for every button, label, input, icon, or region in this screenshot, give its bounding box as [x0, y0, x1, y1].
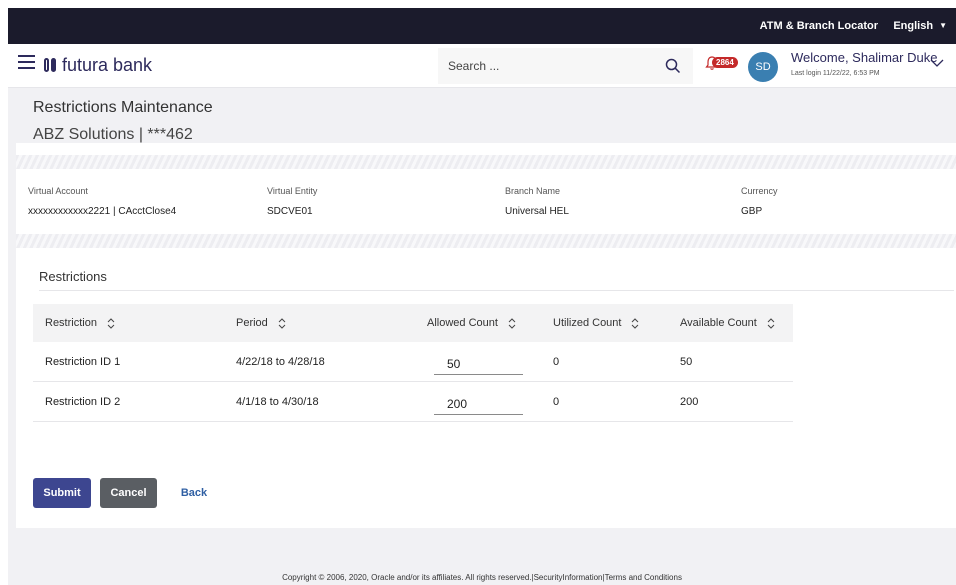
- notification-badge[interactable]: 2864: [712, 57, 738, 68]
- hamburger-menu-icon[interactable]: [18, 55, 35, 69]
- top-bar: ATM & Branch Locator English ▼: [8, 8, 956, 44]
- app-frame: ATM & Branch Locator English ▼ futura ban…: [8, 8, 956, 585]
- search-box[interactable]: Search ...: [438, 48, 693, 84]
- period-cell: 4/22/18 to 4/28/18: [236, 355, 325, 368]
- virtual-account-label: Virtual Account: [28, 186, 88, 196]
- sort-icon[interactable]: [508, 317, 516, 329]
- column-header-available-count[interactable]: Available Count: [680, 304, 775, 342]
- utilized-count-cell: 0: [553, 395, 560, 408]
- welcome-text[interactable]: Welcome, Shalimar Duke: [791, 50, 937, 65]
- column-header-allowed-count[interactable]: Allowed Count: [427, 304, 516, 342]
- atm-branch-locator-link[interactable]: ATM & Branch Locator: [760, 20, 878, 32]
- language-selector[interactable]: English ▼: [893, 20, 947, 32]
- page-title: Restrictions Maintenance: [33, 99, 213, 116]
- currency-label: Currency: [741, 186, 778, 196]
- bank-logo[interactable]: futura bank: [44, 55, 152, 76]
- period-cell: 4/1/18 to 4/30/18: [236, 395, 319, 408]
- divider-stripe: [16, 155, 956, 169]
- allowed-count-input[interactable]: [434, 388, 523, 415]
- currency-value: GBP: [741, 206, 763, 217]
- branch-name-label: Branch Name: [505, 186, 561, 196]
- available-count-cell: 50: [680, 355, 693, 368]
- search-input[interactable]: Search ...: [448, 59, 499, 73]
- allowed-count-input[interactable]: [434, 348, 523, 375]
- header: futura bank Search ... 2864 SD Welcome, …: [8, 44, 956, 88]
- virtual-account-value: xxxxxxxxxxxx2221 | CAcctClose4: [28, 206, 177, 217]
- column-header-restriction[interactable]: Restriction: [45, 304, 115, 342]
- logo-text: futura bank: [62, 55, 153, 75]
- sort-icon[interactable]: [107, 317, 115, 329]
- footer-text: Copyright © 2006, 2020, Oracle and/or it…: [282, 573, 682, 582]
- restrictions-card: Virtual Account xxxxxxxxxxxx2221 | CAcct…: [16, 143, 956, 528]
- available-count-cell: 200: [680, 395, 699, 408]
- search-icon[interactable]: [665, 58, 681, 74]
- page-subtitle: ABZ Solutions | ***462: [33, 126, 193, 143]
- sort-icon[interactable]: [767, 317, 775, 329]
- utilized-count-cell: 0: [553, 355, 560, 368]
- section-divider: [39, 290, 954, 291]
- branch-name-value: Universal HEL: [505, 206, 569, 217]
- caret-down-icon: ▼: [939, 21, 947, 30]
- chevron-down-icon[interactable]: [930, 58, 944, 68]
- table-row: Restriction ID 1 4/22/18 to 4/28/18 0 50: [33, 342, 793, 382]
- language-label: English: [893, 20, 934, 32]
- table-header: Restriction Period Allowed Count Utilize…: [33, 304, 793, 342]
- cancel-button[interactable]: Cancel: [100, 478, 157, 508]
- virtual-entity-value: SDCVE01: [267, 206, 313, 217]
- divider-stripe: [16, 234, 956, 248]
- restriction-cell: Restriction ID 1: [45, 355, 121, 368]
- back-link[interactable]: Back: [174, 478, 214, 508]
- restriction-cell: Restriction ID 2: [45, 395, 121, 408]
- last-login-text: Last login 11/22/22, 6:53 PM: [791, 70, 880, 77]
- section-title: Restrictions: [39, 269, 107, 284]
- column-header-utilized-count[interactable]: Utilized Count: [553, 304, 639, 342]
- column-header-period[interactable]: Period: [236, 304, 286, 342]
- submit-button[interactable]: Submit: [33, 478, 91, 508]
- table-row: Restriction ID 2 4/1/18 to 4/30/18 0 200: [33, 382, 793, 422]
- restrictions-table: Restriction Period Allowed Count Utilize…: [33, 304, 793, 422]
- avatar[interactable]: SD: [748, 52, 778, 82]
- virtual-entity-label: Virtual Entity: [267, 186, 318, 196]
- sort-icon[interactable]: [278, 317, 286, 329]
- sort-icon[interactable]: [631, 317, 639, 329]
- bank-logo-icon: [44, 56, 60, 74]
